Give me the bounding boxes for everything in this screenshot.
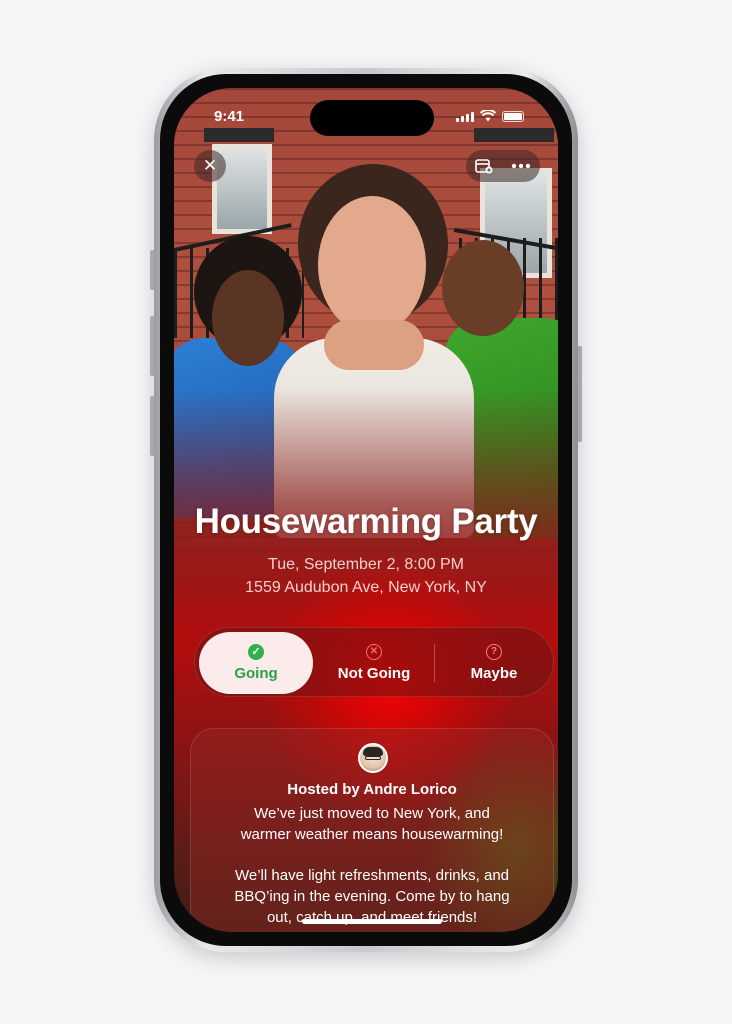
more-ellipsis-icon[interactable] (511, 163, 531, 169)
checkmark-circle-icon: ✓ (248, 644, 264, 660)
phone-frame: 9:41 ✕ Housewarming Party Tue, September… (154, 68, 578, 952)
event-datetime: Tue, September 2, 8:00 PM (268, 556, 464, 573)
dynamic-island (310, 100, 434, 136)
host-card: Hosted by Andre Lorico We’ve just moved … (190, 728, 554, 932)
event-title: Housewarming Party (194, 502, 538, 541)
home-indicator[interactable] (302, 919, 442, 924)
window-cap-right (474, 128, 554, 142)
host-message-line: out, catch up, and meet friends! (266, 909, 478, 926)
person-center-hands (324, 320, 424, 370)
rsvp-not-going-button[interactable]: ✕ Not Going (317, 632, 431, 694)
wifi-icon (480, 110, 496, 122)
rsvp-going-button[interactable]: ✓ Going (199, 632, 313, 694)
calendar-add-icon[interactable] (475, 158, 493, 174)
x-circle-icon: ✕ (366, 644, 382, 660)
status-time: 9:41 (214, 108, 245, 125)
rsvp-control: ✓ Going ✕ Not Going ? Maybe (194, 627, 554, 697)
battery-icon (502, 111, 524, 122)
rsvp-going-label: Going (234, 665, 278, 682)
person-center-face (318, 196, 426, 334)
person-left-face (212, 270, 284, 366)
screen: 9:41 ✕ Housewarming Party Tue, September… (174, 88, 558, 932)
rsvp-divider (434, 644, 435, 682)
rsvp-maybe-label: Maybe (470, 665, 518, 682)
person-right-face (442, 240, 524, 336)
host-avatar[interactable] (358, 743, 388, 773)
event-actions-button[interactable] (466, 150, 540, 182)
close-icon: ✕ (202, 156, 218, 175)
question-circle-icon: ? (486, 644, 502, 660)
rsvp-maybe-button[interactable]: ? Maybe (437, 632, 551, 694)
event-address[interactable]: 1559 Audubon Ave, New York, NY (174, 579, 558, 597)
host-name: Hosted by Andre Lorico (287, 781, 457, 798)
status-icons (456, 110, 524, 122)
phone-bezel: 9:41 ✕ Housewarming Party Tue, September… (160, 74, 572, 946)
host-message-line: warmer weather means housewarming! (240, 826, 504, 843)
host-message-line: We’ve just moved to New York, and (254, 805, 490, 822)
host-message-line: BBQ’ing in the evening. Come by to hang (234, 888, 510, 905)
host-message-line: We’ll have light refreshments, drinks, a… (234, 867, 509, 884)
window-cap-left (204, 128, 274, 142)
rsvp-not-going-label: Not Going (337, 665, 411, 682)
close-button[interactable]: ✕ (194, 150, 226, 182)
cellular-signal-icon (456, 112, 474, 122)
